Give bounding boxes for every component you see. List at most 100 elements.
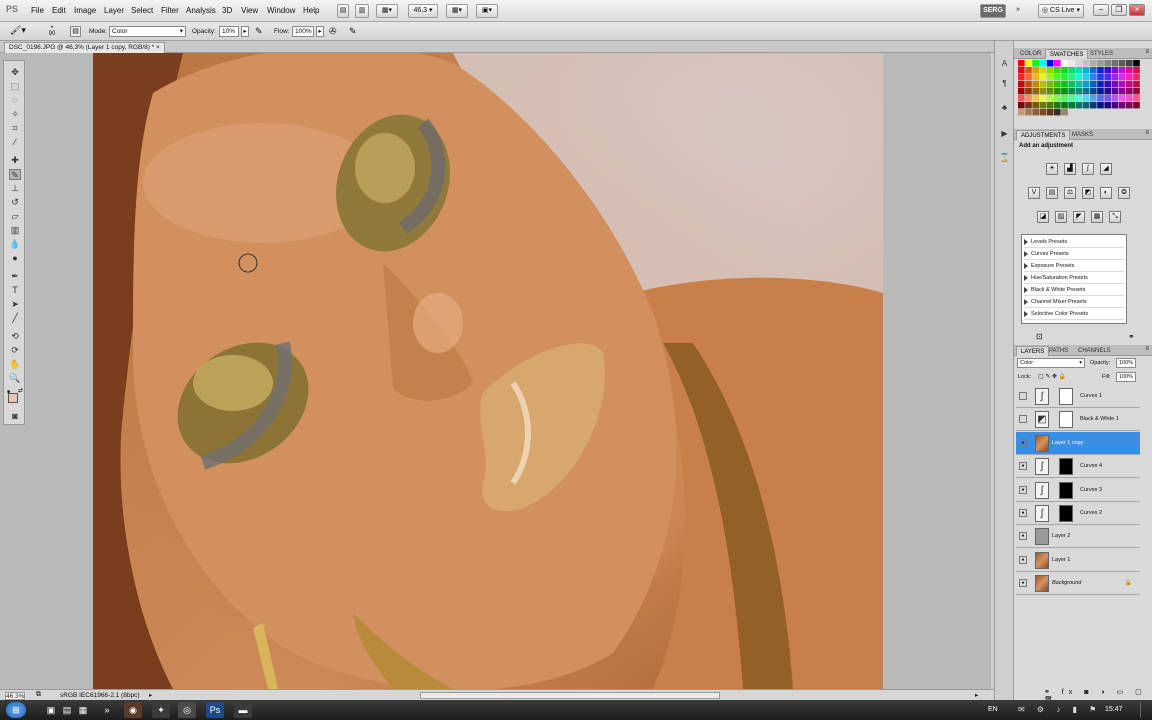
layer-fill-field[interactable]: 100% (1116, 372, 1136, 382)
quick-selection-tool-icon[interactable]: ✧ (9, 109, 21, 120)
swatch[interactable] (1111, 60, 1119, 67)
layer-mask-thumbnail[interactable] (1059, 411, 1073, 429)
vibrance-icon[interactable]: V (1028, 187, 1040, 199)
swatch[interactable] (1090, 60, 1097, 67)
layer-row[interactable]: ● Layer 1 (1016, 548, 1140, 572)
layer-row[interactable]: ● Background 🔒 (1016, 572, 1140, 596)
menu-window[interactable]: Window (267, 6, 295, 15)
show-desktop-button[interactable] (1140, 702, 1150, 718)
levels-icon[interactable]: ▟ (1064, 163, 1076, 175)
photoshop-taskbar-icon[interactable]: Ps (206, 702, 224, 718)
3d-rotate-tool-icon[interactable]: ⟲ (9, 331, 21, 342)
swatch[interactable] (1118, 60, 1126, 67)
eyedropper-tool-icon[interactable]: ⁄ (9, 137, 21, 148)
color-balance-icon[interactable]: ⚖ (1064, 187, 1076, 199)
pen-pressure-size-icon[interactable]: ✎ (349, 26, 361, 38)
swatch[interactable] (1090, 74, 1097, 81)
swatch[interactable] (1126, 88, 1133, 95)
pen-tool-icon[interactable]: ✒ (9, 271, 21, 282)
foreground-color-swatch[interactable] (8, 393, 18, 403)
swatch[interactable] (1018, 74, 1025, 81)
swatch[interactable] (1118, 88, 1126, 95)
swatch[interactable] (1118, 74, 1126, 81)
swatch[interactable] (1133, 81, 1140, 88)
swatch[interactable] (1082, 102, 1090, 109)
swatch[interactable] (1032, 74, 1039, 81)
layer-blend-mode-select[interactable]: Color ▾ (1017, 358, 1085, 368)
swatch[interactable] (1126, 95, 1133, 102)
menu-analysis[interactable]: Analysis (186, 6, 216, 15)
tab-masks[interactable]: MASKS (1068, 130, 1097, 140)
swatch[interactable] (1061, 88, 1068, 95)
document-tab[interactable]: DSC_0196.JPG @ 46,3% (Layer 1 copy, RGB/… (4, 42, 165, 53)
swatch[interactable] (1111, 95, 1119, 102)
preset-hue-saturation[interactable]: Hue/Saturation Presets (1024, 272, 1124, 284)
layer-mask-thumbnail[interactable] (1059, 388, 1073, 405)
swatch[interactable] (1133, 109, 1140, 116)
preset-exposure[interactable]: Exposure Presets (1024, 260, 1124, 272)
menu-select[interactable]: Select (131, 6, 153, 15)
layer-visibility-eye-icon[interactable]: ● (1019, 509, 1027, 517)
layer-visibility-eye-icon[interactable]: ● (1019, 485, 1027, 494)
zoom-tool-icon[interactable]: 🔍 (9, 373, 21, 384)
canvas-area[interactable] (27, 53, 991, 689)
panel-menu-icon[interactable]: ≡ (1145, 346, 1149, 352)
status-menu-arrow-icon[interactable]: ▸ (149, 691, 152, 699)
marquee-tool-icon[interactable]: ⬚ (9, 81, 21, 92)
swatch[interactable] (1068, 88, 1075, 95)
horizontal-scrollbar-thumb[interactable] (420, 692, 720, 699)
swatches-grid[interactable] (1018, 60, 1142, 118)
preset-channel-mixer[interactable]: Channel Mixer Presets (1024, 296, 1124, 308)
hand-tool-icon[interactable]: ✋ (9, 359, 21, 370)
swatch[interactable] (1097, 60, 1104, 67)
gradient-map-icon[interactable]: ▦ (1091, 211, 1103, 223)
black-white-icon[interactable]: ◩ (1082, 187, 1094, 199)
swatch[interactable] (1025, 74, 1032, 81)
tab-channels[interactable]: CHANNELS (1074, 346, 1115, 356)
swatch[interactable] (1068, 60, 1075, 67)
swatch[interactable] (1025, 81, 1032, 88)
tab-color[interactable]: COLOR (1016, 49, 1045, 59)
swatch[interactable] (1046, 81, 1054, 88)
menu-3d[interactable]: 3D (222, 6, 232, 15)
swatch[interactable] (1075, 60, 1083, 67)
swatch[interactable] (1090, 95, 1097, 102)
swatch[interactable] (1025, 109, 1032, 116)
swatch[interactable] (1133, 102, 1140, 109)
brush-tool-preset-icon[interactable]: 🖌▾ (10, 25, 30, 38)
swatch[interactable] (1018, 67, 1025, 74)
layer-row[interactable]: ● ∫ Curves 2 (1016, 502, 1140, 525)
arrange-documents-dropdown[interactable]: ▦▾ (446, 4, 468, 18)
move-tool-icon[interactable]: ✥ (9, 67, 21, 78)
tab-paths[interactable]: PATHS (1045, 346, 1072, 356)
menu-file[interactable]: File (31, 6, 44, 15)
swatch[interactable] (1039, 109, 1047, 116)
preset-levels[interactable]: Levels Presets (1024, 236, 1124, 248)
layer-row[interactable]: ◩ Black & White 1 (1016, 408, 1140, 432)
preset-black-white[interactable]: Black & White Presets (1024, 284, 1124, 296)
photoshop-quicklaunch-icon[interactable]: ▦ (74, 702, 92, 718)
quick-mask-icon[interactable]: ◙ (9, 411, 21, 422)
zoom-level-dropdown[interactable]: 46,3 ▾ (408, 4, 438, 18)
paragraph-panel-icon[interactable]: ¶ (999, 79, 1010, 90)
airbrush-icon[interactable]: ✇ (329, 26, 341, 38)
lock-icons[interactable]: ▢ ✎ ✥ 🔒 (1038, 373, 1066, 380)
eraser-tool-icon[interactable]: ▱ (9, 211, 21, 222)
layer-visibility-eye-icon[interactable]: ● (1019, 438, 1027, 447)
launch-bridge-button[interactable]: ▤ (337, 4, 349, 18)
swatch[interactable] (1133, 74, 1140, 81)
layer-visibility-eye-icon[interactable]: ● (1019, 579, 1027, 588)
swatch[interactable] (1046, 88, 1054, 95)
swatch[interactable] (1082, 81, 1090, 88)
swatch[interactable] (1097, 102, 1104, 109)
swatch[interactable] (1118, 109, 1126, 116)
swatch[interactable] (1025, 88, 1032, 95)
character-panel-icon[interactable]: A (999, 59, 1010, 70)
dodge-tool-icon[interactable]: ● (9, 253, 21, 264)
tray-icons[interactable]: ✉ ⚙ ♪ ▮ ⚑ (1018, 705, 1101, 714)
swatch[interactable] (1118, 81, 1126, 88)
screen-mode-dropdown[interactable]: ▣▾ (476, 4, 498, 18)
swatch[interactable] (1126, 109, 1133, 116)
tab-adjustments[interactable]: ADJUSTMENTS (1016, 130, 1071, 140)
view-extras-dropdown[interactable]: ▦▾ (376, 4, 398, 18)
